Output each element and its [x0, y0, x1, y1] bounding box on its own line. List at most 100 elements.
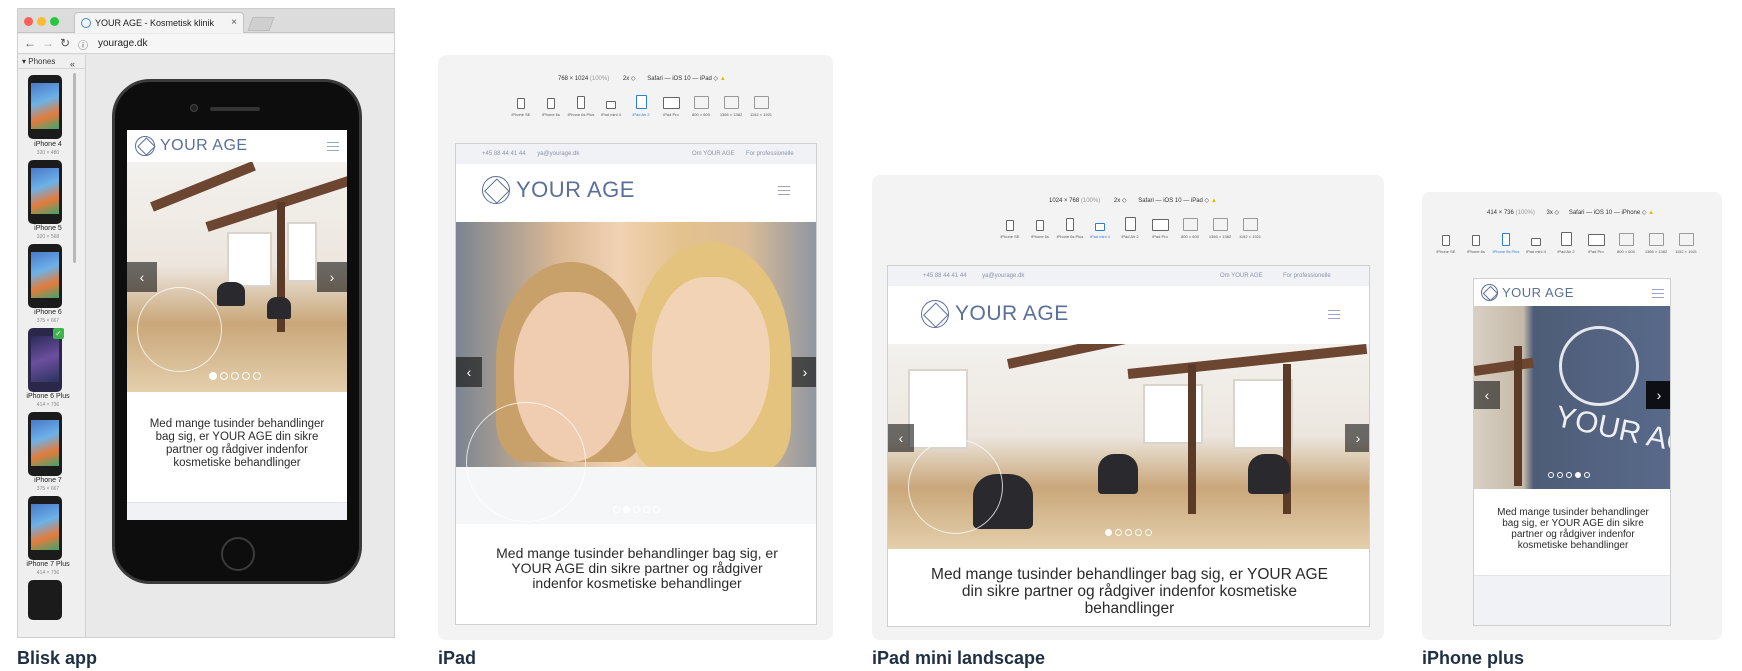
logo-text: YOUR AGE	[955, 302, 1069, 325]
slider-dot[interactable]	[1557, 472, 1563, 478]
slider-dot[interactable]	[1105, 529, 1112, 536]
site-logo[interactable]: YOUR AGE	[921, 300, 1069, 328]
wall-logo-mark-icon	[1559, 326, 1639, 406]
tab-title: YOUR AGE - Kosmetisk klinik	[95, 18, 215, 28]
resolution-readout[interactable]: 1024 × 768	[1049, 198, 1079, 204]
contact-email[interactable]: ya@yourage.dk	[982, 273, 1024, 279]
chevron-right-icon[interactable]: ›	[1345, 424, 1369, 452]
close-window-button[interactable]	[24, 17, 33, 26]
device-icon	[1531, 238, 1541, 246]
url-field[interactable]: yourage.dk	[98, 38, 147, 49]
slider-dots[interactable]	[209, 372, 261, 380]
ipadmini-toolbar: 1024 × 768 (100%) 2x ◇ Safari — iOS 10 —…	[1049, 197, 1217, 204]
chevron-right-icon[interactable]: ›	[1646, 381, 1670, 409]
slider-dot[interactable]	[220, 372, 228, 380]
browser-select[interactable]: Safari — iOS 10 — iPad ◇	[647, 76, 718, 82]
nav-professional-link[interactable]: For professionelle	[746, 144, 794, 164]
slider-dot[interactable]	[1575, 472, 1581, 478]
device-icon	[1442, 235, 1450, 246]
forward-arrow-icon[interactable]: →	[42, 36, 54, 50]
iphoneplus-toolbar: 414 × 736 (100%) 3x ◇ Safari — iOS 10 — …	[1487, 209, 1654, 216]
slider-dot[interactable]	[643, 506, 650, 513]
device-name: iPhone 7	[34, 477, 62, 484]
minimize-window-button[interactable]	[37, 17, 46, 26]
device-label: iPhone SE	[1000, 234, 1020, 239]
device-icon	[1151, 219, 1169, 231]
slider-dots[interactable]	[1548, 472, 1590, 478]
contact-phone[interactable]: +45 88 44 41 44	[923, 273, 967, 279]
slider-dot[interactable]	[231, 372, 239, 380]
device-label: iPad mini 4	[1526, 249, 1546, 254]
contact-email[interactable]: ya@yourage.dk	[537, 151, 579, 157]
tab-close-button[interactable]: ×	[231, 13, 237, 33]
nav-about-link[interactable]: Om YOUR AGE	[692, 144, 735, 164]
density-select[interactable]: 3x ◇	[1547, 210, 1560, 216]
slider-dot[interactable]	[1145, 529, 1152, 536]
site-logo[interactable]: YOUR AGE	[482, 176, 635, 204]
iphone-thumbnail[interactable]	[28, 580, 62, 620]
chevron-left-icon[interactable]: ‹	[1474, 381, 1500, 409]
hero-slider: YOUR AGE ‹ ›	[1474, 306, 1670, 489]
reload-icon[interactable]: ↻	[60, 36, 70, 50]
slider-dots[interactable]	[613, 506, 660, 513]
slider-dot[interactable]	[242, 372, 250, 380]
chevron-left-icon[interactable]: ‹	[127, 262, 157, 292]
home-button[interactable]	[221, 537, 255, 571]
nav-professional-link[interactable]: For professionelle	[1283, 266, 1331, 286]
logo-mark-icon	[135, 136, 155, 156]
hamburger-menu-icon[interactable]	[1328, 310, 1340, 319]
device-icon	[1124, 217, 1136, 231]
maximize-window-button[interactable]	[50, 17, 59, 26]
browser-select[interactable]: Safari — iOS 10 — iPhone ◇	[1569, 210, 1647, 216]
hamburger-menu-icon[interactable]	[778, 186, 790, 195]
info-icon[interactable]: ⓘ	[78, 37, 88, 52]
chevron-right-icon[interactable]: ›	[317, 262, 347, 292]
chevron-left-icon[interactable]: ‹	[456, 357, 482, 387]
slider-dot[interactable]	[653, 506, 660, 513]
hamburger-menu-icon[interactable]	[327, 142, 339, 151]
slider-dots[interactable]	[1105, 529, 1152, 536]
caption-blisk: Blisk app	[17, 648, 98, 668]
ipadmini-page-preview: +45 88 44 41 44 ya@yourage.dk Om YOUR AG…	[887, 265, 1370, 627]
chevron-right-icon[interactable]: ›	[792, 357, 816, 387]
resolution-readout[interactable]: 414 × 736	[1487, 210, 1514, 216]
collapse-sidebar-icon[interactable]: «	[70, 57, 75, 71]
resolution-readout[interactable]: 768 × 1024	[558, 76, 588, 82]
slider-dot[interactable]	[1135, 529, 1142, 536]
slider-dot[interactable]	[633, 506, 640, 513]
slider-dot[interactable]	[1548, 472, 1554, 478]
device-icon	[1678, 233, 1694, 246]
device-size: 375 × 667	[36, 486, 60, 492]
sidebar-header[interactable]: ▾ Phones «	[18, 55, 86, 69]
device-label: iPhone SE	[1436, 249, 1456, 254]
slider-dot[interactable]	[209, 372, 217, 380]
slider-dot[interactable]	[623, 506, 630, 513]
slider-dot[interactable]	[1566, 472, 1572, 478]
back-arrow-icon[interactable]: ←	[24, 36, 36, 50]
slider-dot[interactable]	[253, 372, 261, 380]
restylane-stamp	[466, 402, 586, 522]
hamburger-menu-icon[interactable]	[1652, 289, 1664, 298]
address-bar: ← → ↻ ⓘ yourage.dk	[18, 34, 394, 54]
device-icon	[723, 96, 739, 109]
density-select[interactable]: 2x ◇	[1114, 198, 1127, 204]
new-tab-button[interactable]	[247, 17, 275, 31]
site-logo[interactable]: YOUR AGE	[1481, 284, 1574, 301]
slider-dot[interactable]	[1125, 529, 1132, 536]
density-select[interactable]: 2x ◇	[623, 76, 636, 82]
device-label: iPhone 6s	[542, 112, 560, 117]
device-icon	[1502, 233, 1510, 246]
chevron-left-icon[interactable]: ‹	[888, 424, 914, 452]
contact-phone[interactable]: +45 88 44 41 44	[482, 151, 526, 157]
slider-dot[interactable]	[613, 506, 620, 513]
caption-ipad: iPad	[438, 648, 477, 668]
slider-dot[interactable]	[1584, 472, 1590, 478]
browser-select[interactable]: Safari — iOS 10 — iPad ◇	[1138, 198, 1209, 204]
site-tagline: Med mange tusinder behandlinger bag sig,…	[496, 545, 778, 591]
browser-tab[interactable]: YOUR AGE - Kosmetisk klinik ×	[74, 12, 244, 33]
slider-dot[interactable]	[1115, 529, 1122, 536]
site-logo[interactable]: YOUR AGE	[135, 136, 248, 156]
device-icon	[1182, 218, 1198, 231]
caption-ipadmini: iPad mini landscape	[872, 648, 1046, 668]
nav-about-link[interactable]: Om YOUR AGE	[1220, 266, 1263, 286]
